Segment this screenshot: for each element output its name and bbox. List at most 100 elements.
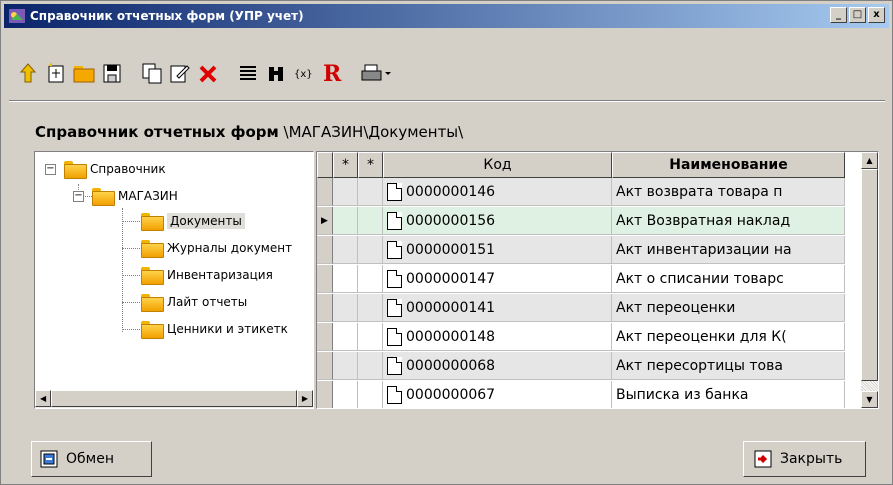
code-cell[interactable]: 0000000148 — [383, 323, 612, 351]
table-row[interactable]: ▶ 0000000156 Акт Возвратная наклад — [317, 207, 862, 235]
code-cell[interactable]: 0000000147 — [383, 265, 612, 293]
name-cell[interactable]: Акт переоценки для К( — [612, 323, 845, 351]
scroll-up-button[interactable]: ▲ — [861, 152, 878, 169]
scroll-left-button[interactable]: ◀ — [35, 390, 52, 407]
tree-node-store[interactable]: − МАГАЗИН — [73, 185, 178, 207]
code-cell[interactable]: 0000000068 — [383, 352, 612, 380]
exchange-button[interactable]: Обмен — [31, 441, 152, 477]
star-cell — [358, 207, 383, 235]
scroll-thumb[interactable] — [861, 169, 878, 381]
edit-icon[interactable] — [168, 60, 192, 86]
name-cell[interactable]: Акт пересортицы това — [612, 352, 845, 380]
name-cell[interactable]: Акт инвентаризации на — [612, 236, 845, 264]
star-cell — [358, 381, 383, 408]
table-row[interactable]: 0000000148 Акт переоценки для К( — [317, 323, 862, 351]
row-indicator[interactable] — [317, 236, 333, 264]
star-cell — [333, 265, 358, 293]
star-column-header[interactable]: * — [358, 152, 383, 178]
table-vertical-scrollbar[interactable]: ▲ ▼ — [861, 152, 878, 408]
svg-text:R: R — [323, 61, 342, 85]
scroll-thumb[interactable] — [51, 390, 297, 407]
star-column-header[interactable]: * — [333, 152, 358, 178]
star-cell — [358, 265, 383, 293]
tree-node-root[interactable]: − Справочник — [45, 158, 166, 180]
star-cell — [358, 236, 383, 264]
row-indicator[interactable] — [317, 381, 333, 408]
name-cell[interactable]: Акт переоценки — [612, 294, 845, 322]
close-window-button[interactable]: x — [868, 7, 885, 23]
exit-icon — [754, 450, 772, 468]
code-cell[interactable]: 0000000151 — [383, 236, 612, 264]
report-r-icon[interactable]: R — [320, 60, 344, 86]
variables-icon[interactable]: {x} — [292, 60, 316, 86]
copy-icon[interactable] — [140, 60, 164, 86]
star-cell — [358, 178, 383, 206]
row-indicator[interactable] — [317, 294, 333, 322]
exchange-icon — [40, 450, 58, 468]
minimize-button[interactable]: _ — [830, 7, 847, 23]
tree-node-label: Справочник — [90, 162, 166, 176]
tree-node-lite-reports[interactable]: Лайт отчеты — [141, 291, 247, 313]
arrow-up-icon[interactable] — [16, 60, 40, 86]
code-column-header[interactable]: Код — [383, 152, 612, 178]
breadcrumb-title: Справочник отчетных форм — [35, 123, 279, 141]
name-cell[interactable]: Акт Возвратная наклад — [612, 207, 845, 235]
toolbar-separator — [9, 100, 885, 102]
code-cell[interactable]: 0000000141 — [383, 294, 612, 322]
delete-icon[interactable] — [196, 60, 220, 86]
star-cell — [333, 294, 358, 322]
name-cell[interactable]: Выписка из банка — [612, 381, 845, 408]
table-header: * * Код Наименование — [317, 152, 845, 178]
row-indicator[interactable] — [317, 323, 333, 351]
folder-tree[interactable]: − Справочник − МАГАЗИН Документы Журналы… — [34, 151, 314, 409]
folder-icon[interactable] — [72, 60, 96, 86]
code-cell[interactable]: 0000000067 — [383, 381, 612, 408]
breadcrumb: Справочник отчетных форм \МАГАЗИН\Докуме… — [35, 123, 463, 141]
list-icon[interactable] — [236, 60, 260, 86]
table-row[interactable]: 0000000068 Акт пересортицы това — [317, 352, 862, 380]
document-icon — [387, 356, 402, 375]
code-cell[interactable]: 0000000156 — [383, 207, 612, 235]
new-item-icon[interactable] — [44, 60, 68, 86]
save-icon[interactable] — [100, 60, 124, 86]
table-row[interactable]: 0000000147 Акт о списании товарс — [317, 265, 862, 293]
close-button[interactable]: Закрыть — [743, 441, 866, 477]
collapse-toggle[interactable]: − — [73, 190, 84, 202]
collapse-toggle[interactable]: − — [45, 163, 56, 175]
name-column-header[interactable]: Наименование — [612, 152, 845, 178]
scroll-right-button[interactable]: ▶ — [296, 390, 313, 407]
tree-node-documents[interactable]: Документы — [141, 210, 245, 232]
row-indicator[interactable] — [317, 352, 333, 380]
document-icon — [387, 327, 402, 346]
document-icon — [387, 269, 402, 288]
table-row[interactable]: 0000000141 Акт переоценки — [317, 294, 862, 322]
binoculars-icon[interactable] — [264, 60, 288, 86]
table-row[interactable]: 0000000146 Акт возврата товара п — [317, 178, 862, 206]
star-cell — [358, 294, 383, 322]
row-indicator[interactable] — [317, 178, 333, 206]
folder-icon — [141, 267, 164, 285]
row-indicator[interactable]: ▶ — [317, 207, 333, 235]
name-cell[interactable]: Акт о списании товарс — [612, 265, 845, 293]
table-row[interactable]: 0000000151 Акт инвентаризации на — [317, 236, 862, 264]
code-cell[interactable]: 0000000146 — [383, 178, 612, 206]
svg-text:{x}: {x} — [294, 69, 313, 80]
table-row[interactable]: 0000000067 Выписка из банка — [317, 381, 862, 408]
tree-node-journals[interactable]: Журналы документ — [141, 237, 292, 259]
forms-table[interactable]: * * Код Наименование 0000000146 Акт возвр… — [316, 151, 879, 409]
tree-node-price-tags[interactable]: Ценники и этикетк — [141, 318, 288, 340]
tree-node-label: Лайт отчеты — [167, 295, 248, 309]
tree-node-label: Журналы документ — [167, 241, 293, 255]
scroll-down-button[interactable]: ▼ — [861, 391, 878, 408]
tree-node-inventory[interactable]: Инвентаризация — [141, 264, 273, 286]
scroll-track[interactable] — [861, 381, 878, 391]
tree-node-label: Ценники и этикетк — [167, 322, 288, 336]
tree-horizontal-scrollbar[interactable]: ◀ ▶ — [35, 390, 313, 408]
maximize-button[interactable]: □ — [849, 7, 866, 23]
star-cell — [333, 381, 358, 408]
title-bar[interactable]: Справочник отчетных форм (УПР учет) _ □ … — [4, 4, 889, 28]
print-icon[interactable] — [360, 60, 394, 86]
row-indicator[interactable] — [317, 265, 333, 293]
star-cell — [333, 352, 358, 380]
name-cell[interactable]: Акт возврата товара п — [612, 178, 845, 206]
